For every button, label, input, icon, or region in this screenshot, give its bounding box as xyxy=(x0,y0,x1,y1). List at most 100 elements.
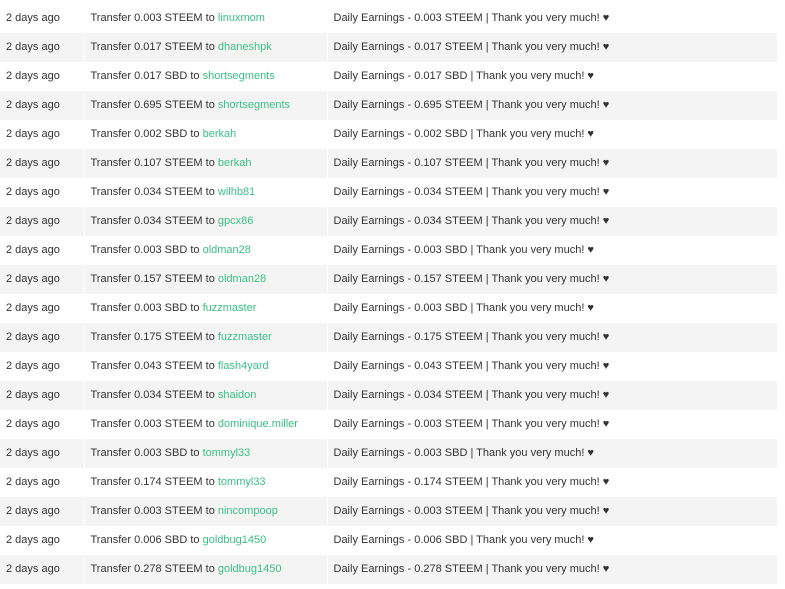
transfer-memo: Daily Earnings - 0.157 STEEM | Thank you… xyxy=(327,265,778,294)
transfer-description: Transfer 0.695 STEEM to xyxy=(90,99,218,111)
transfer-action: Transfer 0.107 STEEM to berkah xyxy=(84,149,328,178)
transfer-action: Transfer 0.175 STEEM to fuzzmaster xyxy=(84,323,328,352)
transfer-action: Transfer 0.174 STEEM to tommyl33 xyxy=(84,468,328,497)
transfer-action: Transfer 0.003 SBD to oldman28 xyxy=(84,236,328,265)
transfer-time: 2 days ago xyxy=(0,236,85,265)
recipient-user-link[interactable]: dominique.miller xyxy=(218,418,298,430)
table-row: 2 days ago Transfer 0.175 STEEM to fuzzma… xyxy=(0,323,778,352)
transfer-time: 2 days ago xyxy=(0,207,85,236)
transfer-action: Transfer 0.034 STEEM to wilhb81 xyxy=(84,178,328,207)
table-row: 2 days ago Transfer 0.003 STEEM to nincom… xyxy=(0,497,778,526)
transfer-description: Transfer 0.003 SBD to xyxy=(90,302,203,314)
recipient-user-link[interactable]: shortsegments xyxy=(203,70,275,82)
table-row: 2 days ago Transfer 0.034 STEEM to gpcx86… xyxy=(0,207,778,236)
transfer-time: 2 days ago xyxy=(0,468,85,497)
table-row: 2 days ago Transfer 0.002 SBD to berkah Da… xyxy=(0,120,778,149)
table-row: 2 days ago Transfer 0.043 STEEM to flash4… xyxy=(0,352,778,381)
transfer-description: Transfer 0.034 STEEM to xyxy=(90,186,218,198)
transfer-time: 2 days ago xyxy=(0,265,85,294)
transfer-action: Transfer 0.006 SBD to goldbug1450 xyxy=(84,526,328,555)
transfer-time: 2 days ago xyxy=(0,439,85,468)
transfer-memo: Daily Earnings - 0.003 STEEM | Thank you… xyxy=(327,410,778,439)
recipient-user-link[interactable]: gpcx86 xyxy=(218,215,253,227)
transfer-description: Transfer 0.175 STEEM to xyxy=(90,331,218,343)
transfer-description: Transfer 0.006 SBD to xyxy=(90,534,203,546)
transfer-time: 2 days ago xyxy=(0,149,85,178)
table-row: 2 days ago Transfer 0.034 STEEM to wilhb8… xyxy=(0,178,778,207)
transfer-history-body: 2 days ago Transfer 0.003 STEEM to linuxm… xyxy=(0,4,778,584)
recipient-user-link[interactable]: tommyl33 xyxy=(203,447,251,459)
transfer-memo: Daily Earnings - 0.034 STEEM | Thank you… xyxy=(327,207,778,236)
recipient-user-link[interactable]: nincompoop xyxy=(218,505,278,517)
table-row: 2 days ago Transfer 0.157 STEEM to oldman… xyxy=(0,265,778,294)
table-row: 2 days ago Transfer 0.003 SBD to oldman28… xyxy=(0,236,778,265)
transfer-memo: Daily Earnings - 0.034 STEEM | Thank you… xyxy=(327,178,778,207)
transfer-time: 2 days ago xyxy=(0,33,85,62)
transfer-action: Transfer 0.002 SBD to berkah xyxy=(84,120,328,149)
transfer-memo: Daily Earnings - 0.003 SBD | Thank you v… xyxy=(327,439,778,468)
recipient-user-link[interactable]: goldbug1450 xyxy=(203,534,267,546)
transfer-description: Transfer 0.003 SBD to xyxy=(90,244,203,256)
table-row: 2 days ago Transfer 0.695 STEEM to shorts… xyxy=(0,91,778,120)
table-row: 2 days ago Transfer 0.034 STEEM to shaido… xyxy=(0,381,778,410)
recipient-user-link[interactable]: goldbug1450 xyxy=(218,563,282,575)
recipient-user-link[interactable]: shaidon xyxy=(218,389,257,401)
recipient-user-link[interactable]: tommyl33 xyxy=(218,476,266,488)
transfer-action: Transfer 0.034 STEEM to shaidon xyxy=(84,381,328,410)
recipient-user-link[interactable]: linuxmom xyxy=(218,12,265,24)
transfer-time: 2 days ago xyxy=(0,526,85,555)
recipient-user-link[interactable]: flash4yard xyxy=(218,360,269,372)
table-row: 2 days ago Transfer 0.003 SBD to tommyl33… xyxy=(0,439,778,468)
transfer-action: Transfer 0.278 STEEM to goldbug1450 xyxy=(84,555,328,584)
transfer-memo: Daily Earnings - 0.003 SBD | Thank you v… xyxy=(327,236,778,265)
table-row: 2 days ago Transfer 0.174 STEEM to tommyl… xyxy=(0,468,778,497)
transfer-description: Transfer 0.003 STEEM to xyxy=(90,418,218,430)
transfer-memo: Daily Earnings - 0.002 SBD | Thank you v… xyxy=(327,120,778,149)
recipient-user-link[interactable]: shortsegments xyxy=(218,99,290,111)
recipient-user-link[interactable]: berkah xyxy=(218,157,252,169)
recipient-user-link[interactable]: wilhb81 xyxy=(218,186,255,198)
transfer-description: Transfer 0.043 STEEM to xyxy=(90,360,218,372)
table-row: 2 days ago Transfer 0.003 SBD to fuzzmast… xyxy=(0,294,778,323)
transfer-description: Transfer 0.034 STEEM to xyxy=(90,215,218,227)
transfer-description: Transfer 0.003 STEEM to xyxy=(90,12,218,24)
transfer-description: Transfer 0.174 STEEM to xyxy=(90,476,218,488)
table-row: 2 days ago Transfer 0.006 SBD to goldbug1… xyxy=(0,526,778,555)
transfer-memo: Daily Earnings - 0.003 STEEM | Thank you… xyxy=(327,4,778,33)
transfer-action: Transfer 0.157 STEEM to oldman28 xyxy=(84,265,328,294)
transfer-action: Transfer 0.043 STEEM to flash4yard xyxy=(84,352,328,381)
transfer-memo: Daily Earnings - 0.017 STEEM | Thank you… xyxy=(327,33,778,62)
table-row: 2 days ago Transfer 0.017 SBD to shortseg… xyxy=(0,62,778,91)
table-row: 2 days ago Transfer 0.107 STEEM to berkah… xyxy=(0,149,778,178)
transfer-description: Transfer 0.002 SBD to xyxy=(90,128,203,140)
transfer-time: 2 days ago xyxy=(0,352,85,381)
transfer-time: 2 days ago xyxy=(0,381,85,410)
transfer-description: Transfer 0.034 STEEM to xyxy=(90,389,218,401)
transfer-memo: Daily Earnings - 0.006 SBD | Thank you v… xyxy=(327,526,778,555)
table-row: 2 days ago Transfer 0.003 STEEM to linuxm… xyxy=(0,4,778,33)
transfer-time: 2 days ago xyxy=(0,497,85,526)
recipient-user-link[interactable]: berkah xyxy=(203,128,237,140)
transfer-memo: Daily Earnings - 0.003 STEEM | Thank you… xyxy=(327,497,778,526)
recipient-user-link[interactable]: oldman28 xyxy=(218,273,266,285)
transfer-memo: Daily Earnings - 0.034 STEEM | Thank you… xyxy=(327,381,778,410)
transfer-action: Transfer 0.034 STEEM to gpcx86 xyxy=(84,207,328,236)
transfer-action: Transfer 0.003 SBD to tommyl33 xyxy=(84,439,328,468)
transfer-time: 2 days ago xyxy=(0,323,85,352)
transfer-description: Transfer 0.017 STEEM to xyxy=(90,41,218,53)
recipient-user-link[interactable]: dhaneshpk xyxy=(218,41,272,53)
transfer-time: 2 days ago xyxy=(0,91,85,120)
transfer-action: Transfer 0.003 STEEM to nincompoop xyxy=(84,497,328,526)
transfer-description: Transfer 0.157 STEEM to xyxy=(90,273,218,285)
transfer-time: 2 days ago xyxy=(0,62,85,91)
recipient-user-link[interactable]: fuzzmaster xyxy=(203,302,257,314)
transfer-description: Transfer 0.003 SBD to xyxy=(90,447,203,459)
transfer-memo: Daily Earnings - 0.043 STEEM | Thank you… xyxy=(327,352,778,381)
table-row: 2 days ago Transfer 0.017 STEEM to dhanes… xyxy=(0,33,778,62)
transfer-action: Transfer 0.003 STEEM to linuxmom xyxy=(84,4,328,33)
transfer-time: 2 days ago xyxy=(0,178,85,207)
recipient-user-link[interactable]: fuzzmaster xyxy=(218,331,272,343)
transfer-memo: Daily Earnings - 0.695 STEEM | Thank you… xyxy=(327,91,778,120)
recipient-user-link[interactable]: oldman28 xyxy=(203,244,251,256)
transfer-memo: Daily Earnings - 0.175 STEEM | Thank you… xyxy=(327,323,778,352)
